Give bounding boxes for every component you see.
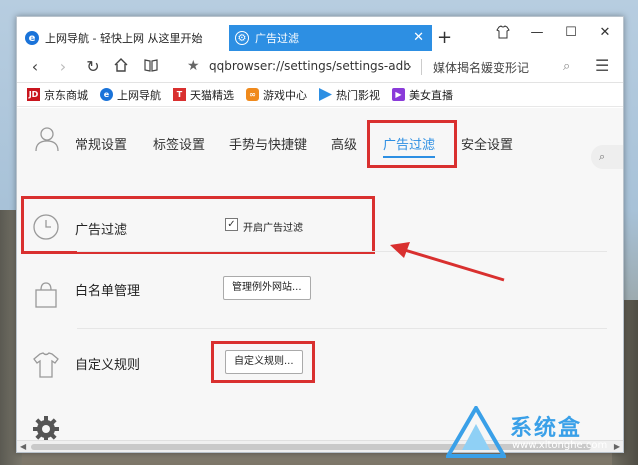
tab-security-settings[interactable]: 安全设置	[461, 134, 513, 153]
ie-icon: e	[25, 31, 39, 45]
bookmark-label: 天猫精选	[190, 88, 234, 102]
tmall-icon: T	[173, 88, 186, 101]
menu-icon[interactable]: ☰	[595, 56, 609, 75]
chevron-right-icon[interactable]: ›	[399, 57, 419, 77]
highlight-box	[21, 196, 375, 254]
bookmark-label: 美女直播	[409, 88, 453, 102]
new-tab-button[interactable]: +	[437, 27, 452, 48]
bookmark-label: 上网导航	[117, 88, 161, 102]
tab-homepage[interactable]: e 上网导航 - 轻快上网 从这里开始	[25, 25, 225, 51]
back-button[interactable]: ‹	[25, 57, 45, 77]
gear-icon: ⚙	[235, 31, 249, 45]
bookmark-videos[interactable]: 热门影视	[319, 87, 380, 103]
refresh-button[interactable]: ↻	[83, 57, 103, 77]
user-icon[interactable]	[33, 124, 61, 152]
bookmark-jd[interactable]: JD 京东商城	[27, 87, 88, 103]
watermark-logo-icon	[444, 404, 508, 458]
video-icon	[319, 88, 332, 101]
divider	[421, 59, 422, 75]
divider	[77, 251, 607, 252]
forward-button[interactable]: ›	[53, 57, 73, 77]
shopping-bag-icon	[35, 282, 57, 308]
search-input[interactable]: 媒体揭名媛变形记	[433, 59, 529, 76]
manage-exceptions-button[interactable]: 管理例外网站...	[223, 276, 311, 300]
adblock-row: 广告过滤 ✓ 开启广告过滤	[17, 170, 623, 256]
browser-window: e 上网导航 - 轻快上网 从这里开始 ⚙ 广告过滤 ✕ + — ☐ ✕ ‹ ›…	[16, 16, 624, 453]
address-bar: ‹ › ↻ ★ qqbrowser://settings/settings-ad…	[17, 51, 623, 83]
jd-icon: JD	[27, 88, 40, 101]
reading-mode-button[interactable]	[141, 57, 161, 77]
highlight-box	[367, 120, 457, 168]
divider	[77, 328, 607, 329]
custom-rules-label: 自定义规则	[75, 358, 141, 373]
tab-label: 上网导航 - 轻快上网 从这里开始	[45, 32, 203, 45]
tab-label: 广告过滤	[255, 32, 299, 45]
tshirt-icon	[33, 352, 59, 378]
search-icon[interactable]: ⌕	[563, 59, 570, 74]
settings-header: 常规设置 标签设置 手势与快捷键 高级 广告过滤 安全设置 ⌕	[17, 108, 623, 170]
whitelist-label: 白名单管理	[75, 284, 141, 299]
bookmark-label: 京东商城	[44, 88, 88, 102]
tab-adblock[interactable]: ⚙ 广告过滤 ✕	[229, 25, 432, 51]
tab-advanced[interactable]: 高级	[331, 134, 357, 153]
watermark-text: 系统盒	[510, 416, 583, 441]
close-window-button[interactable]: ✕	[595, 25, 615, 40]
scroll-left-arrow[interactable]: ◀	[20, 441, 26, 453]
game-icon: ∞	[246, 88, 259, 101]
watermark: 系统盒 www.xitonghe.com	[444, 404, 636, 462]
bookmark-live[interactable]: ▶ 美女直播	[392, 87, 453, 103]
ie-icon: e	[100, 88, 113, 101]
annotation-arrow	[390, 242, 505, 282]
bookmark-tmall[interactable]: T 天猫精选	[173, 87, 234, 103]
settings-search-icon[interactable]: ⌕	[591, 145, 623, 169]
live-icon: ▶	[392, 88, 405, 101]
tab-gestures-shortcuts[interactable]: 手势与快捷键	[229, 134, 307, 153]
tab-general-settings[interactable]: 常规设置	[75, 134, 127, 153]
custom-rules-row: 自定义规则 自定义规则...	[17, 332, 623, 402]
highlight-box	[211, 341, 315, 383]
close-icon[interactable]: ✕	[413, 30, 424, 45]
home-button[interactable]	[111, 57, 131, 77]
minimize-button[interactable]: —	[527, 25, 547, 40]
bookmark-label: 热门影视	[336, 88, 380, 102]
whitelist-row: 白名单管理 管理例外网站...	[17, 258, 623, 328]
tab-tab-settings[interactable]: 标签设置	[153, 134, 205, 153]
url-field[interactable]: qqbrowser://settings/settings-adblc	[209, 59, 409, 77]
bookmark-navigation[interactable]: e 上网导航	[100, 87, 161, 103]
bookmark-games[interactable]: ∞ 游戏中心	[246, 87, 307, 103]
watermark-url: www.xitonghe.com	[512, 440, 608, 451]
star-icon[interactable]: ★	[187, 58, 200, 74]
bookmark-label: 游戏中心	[263, 88, 307, 102]
bookmarks-bar: JD 京东商城 e 上网导航 T 天猫精选 ∞ 游戏中心 热门影视 ▶ 美女直播	[17, 83, 623, 107]
settings-page: 常规设置 标签设置 手势与快捷键 高级 广告过滤 安全设置 ⌕ 广告过滤 ✓ 开…	[17, 108, 623, 448]
skin-icon[interactable]	[493, 25, 513, 43]
maximize-button[interactable]: ☐	[561, 25, 581, 40]
tab-bar: e 上网导航 - 轻快上网 从这里开始 ⚙ 广告过滤 ✕ + — ☐ ✕	[17, 17, 623, 51]
